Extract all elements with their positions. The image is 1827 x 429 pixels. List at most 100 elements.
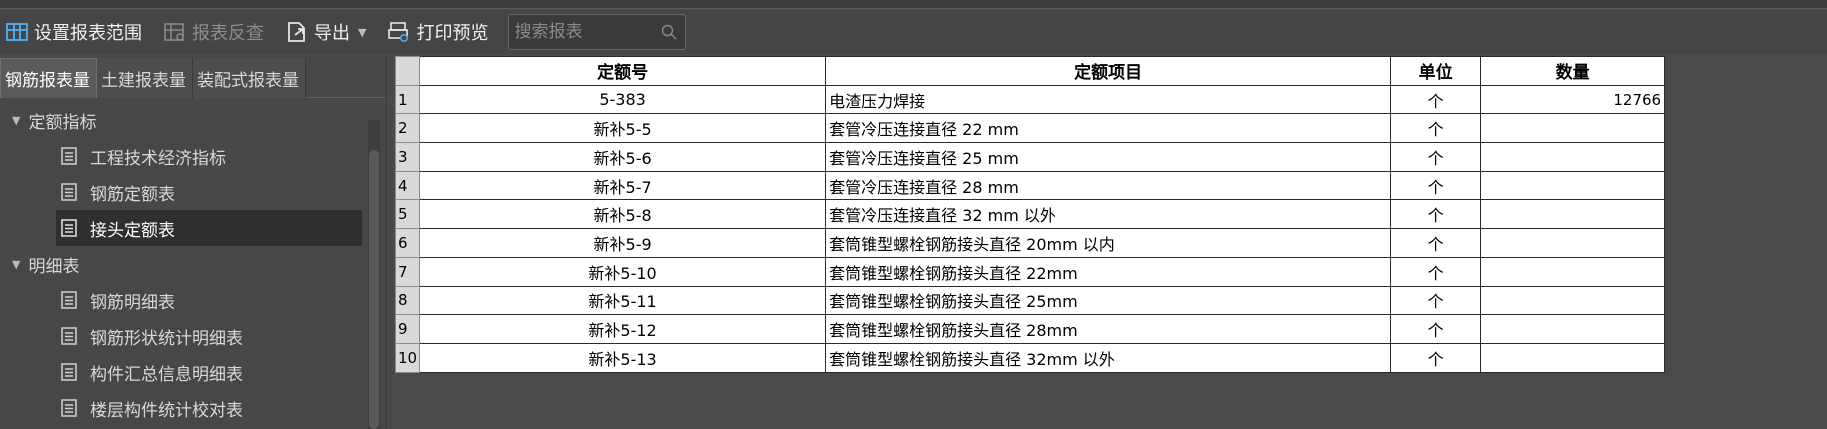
- report-navigation-panel: 钢筋报表量 土建报表量 装配式报表量 ▼ 定额指标 工程技术经济指标 钢筋定额表…: [0, 56, 385, 429]
- document-icon: [61, 183, 77, 201]
- corner-cell[interactable]: [394, 56, 421, 86]
- document-icon: [61, 291, 77, 309]
- tree-group-detail[interactable]: ▼ 明细表: [0, 246, 365, 282]
- cell-quota-item[interactable]: 电渣压力焊接: [825, 84, 1392, 115]
- report-table: 定额号 定额项目 单位 数量 1 5-383 电渣压力焊接 个 12766 2 …: [394, 56, 1666, 373]
- cell-quota-code[interactable]: 新补5-6: [419, 142, 827, 172]
- header-quota-item[interactable]: 定额项目: [825, 56, 1392, 86]
- tree-group-label: 明细表: [28, 256, 80, 277]
- table-header-row: 定额号 定额项目 单位 数量: [394, 56, 1666, 86]
- cell-unit[interactable]: 个: [1390, 342, 1482, 373]
- grid-query-icon: [164, 23, 184, 41]
- cell-quota-item[interactable]: 套管冷压连接直径 25 mm: [825, 142, 1392, 172]
- toolbar: 设置报表范围 报表反查 导出 ▼ 打印预览: [0, 10, 1827, 54]
- row-number[interactable]: 6: [394, 228, 421, 258]
- cell-quantity[interactable]: [1480, 342, 1666, 373]
- scrollbar-thumb[interactable]: [369, 150, 379, 429]
- row-number[interactable]: 3: [394, 142, 421, 172]
- cell-quantity[interactable]: [1480, 314, 1666, 344]
- row-number[interactable]: 7: [394, 256, 421, 287]
- header-quantity[interactable]: 数量: [1480, 56, 1666, 86]
- expand-arrow-icon[interactable]: ▼: [12, 258, 20, 271]
- cell-unit[interactable]: 个: [1390, 142, 1482, 172]
- cell-unit[interactable]: 个: [1390, 170, 1482, 201]
- tab-prefab-report[interactable]: 装配式报表量: [193, 58, 306, 98]
- table-row: 1 5-383 电渣压力焊接 个 12766: [394, 84, 1666, 115]
- tab-rebar-report[interactable]: 钢筋报表量: [0, 58, 97, 98]
- tree-scrollbar[interactable]: [368, 120, 380, 429]
- tree-item-component-summary[interactable]: 构件汇总信息明细表: [0, 354, 365, 390]
- cell-quantity[interactable]: [1480, 142, 1666, 172]
- cell-quota-code[interactable]: 新补5-9: [419, 228, 827, 258]
- row-number[interactable]: 9: [394, 314, 421, 344]
- cell-quantity[interactable]: [1480, 228, 1666, 258]
- table-row: 9 新补5-12 套筒锥型螺栓钢筋接头直径 28mm 个: [394, 314, 1666, 344]
- row-number[interactable]: 4: [394, 170, 421, 201]
- print-preview-button[interactable]: 打印预览: [382, 14, 494, 50]
- cell-quantity[interactable]: [1480, 256, 1666, 287]
- document-icon: [61, 327, 77, 345]
- search-icon[interactable]: [661, 24, 677, 40]
- search-report-input[interactable]: [514, 22, 655, 42]
- report-tabs: 钢筋报表量 土建报表量 装配式报表量: [0, 58, 385, 98]
- cell-unit[interactable]: 个: [1390, 314, 1482, 344]
- cell-quantity[interactable]: [1480, 199, 1666, 230]
- row-number[interactable]: 1: [394, 84, 421, 115]
- document-icon: [61, 363, 77, 381]
- cell-quota-code[interactable]: 新补5-7: [419, 170, 827, 201]
- row-number[interactable]: 8: [394, 285, 421, 316]
- cell-quantity[interactable]: [1480, 113, 1666, 144]
- cell-quota-code[interactable]: 新补5-8: [419, 199, 827, 230]
- cell-quota-item[interactable]: 套管冷压连接直径 28 mm: [825, 170, 1392, 201]
- table-row: 10 新补5-13 套筒锥型螺栓钢筋接头直径 32mm 以外 个: [394, 342, 1666, 373]
- document-icon: [61, 399, 77, 417]
- window-top-strip: [0, 0, 1827, 9]
- tree-group-quota-index[interactable]: ▼ 定额指标: [0, 102, 365, 138]
- table-row: 3 新补5-6 套管冷压连接直径 25 mm 个: [394, 142, 1666, 172]
- tree-item-tech-econ-index[interactable]: 工程技术经济指标: [0, 138, 365, 174]
- cell-quota-item[interactable]: 套筒锥型螺栓钢筋接头直径 22mm: [825, 256, 1392, 287]
- header-quota-code[interactable]: 定额号: [419, 56, 827, 86]
- set-report-range-label: 设置报表范围: [34, 23, 142, 44]
- document-icon: [61, 219, 77, 237]
- set-report-range-button[interactable]: 设置报表范围: [0, 14, 148, 50]
- tree-group-label: 定额指标: [28, 112, 97, 133]
- cell-quota-code[interactable]: 新补5-13: [419, 342, 827, 373]
- expand-arrow-icon[interactable]: ▼: [12, 114, 20, 127]
- export-button[interactable]: 导出 ▼: [280, 14, 372, 50]
- tree-item-rebar-detail[interactable]: 钢筋明细表: [0, 282, 365, 318]
- tree-item-joint-quota[interactable]: 接头定额表: [56, 210, 362, 246]
- tree-item-rebar-shape-stats[interactable]: 钢筋形状统计明细表: [0, 318, 365, 354]
- cell-quota-code[interactable]: 新补5-10: [419, 256, 827, 287]
- cell-quota-item[interactable]: 套管冷压连接直径 22 mm: [825, 113, 1392, 144]
- row-number[interactable]: 5: [394, 199, 421, 230]
- cell-unit[interactable]: 个: [1390, 113, 1482, 144]
- tree-item-rebar-quota[interactable]: 钢筋定额表: [0, 174, 365, 210]
- cell-quantity[interactable]: [1480, 285, 1666, 316]
- row-number[interactable]: 10: [394, 342, 421, 373]
- chevron-down-icon[interactable]: ▼: [358, 26, 366, 39]
- cell-unit[interactable]: 个: [1390, 228, 1482, 258]
- cell-unit[interactable]: 个: [1390, 256, 1482, 287]
- cell-unit[interactable]: 个: [1390, 84, 1482, 115]
- document-icon: [61, 147, 77, 165]
- tab-civil-report[interactable]: 土建报表量: [97, 58, 193, 98]
- cell-quantity[interactable]: 12766: [1480, 84, 1666, 115]
- report-tree: ▼ 定额指标 工程技术经济指标 钢筋定额表 接头定额表 ▼ 明细表 钢筋明细表 …: [0, 102, 365, 426]
- tree-item-floor-component-check[interactable]: 楼层构件统计校对表: [0, 390, 365, 426]
- cell-quota-code[interactable]: 新补5-11: [419, 285, 827, 316]
- report-query-button[interactable]: 报表反查: [158, 14, 270, 50]
- cell-unit[interactable]: 个: [1390, 199, 1482, 230]
- cell-quota-code[interactable]: 5-383: [419, 84, 827, 115]
- header-unit[interactable]: 单位: [1390, 56, 1482, 86]
- cell-quota-item[interactable]: 套筒锥型螺栓钢筋接头直径 20mm 以内: [825, 228, 1392, 258]
- cell-quota-item[interactable]: 套筒锥型螺栓钢筋接头直径 28mm: [825, 314, 1392, 344]
- cell-quota-item[interactable]: 套管冷压连接直径 32 mm 以外: [825, 199, 1392, 230]
- cell-unit[interactable]: 个: [1390, 285, 1482, 316]
- row-number[interactable]: 2: [394, 113, 421, 144]
- cell-quota-code[interactable]: 新补5-5: [419, 113, 827, 144]
- cell-quota-item[interactable]: 套筒锥型螺栓钢筋接头直径 32mm 以外: [825, 342, 1392, 373]
- cell-quota-code[interactable]: 新补5-12: [419, 314, 827, 344]
- cell-quota-item[interactable]: 套筒锥型螺栓钢筋接头直径 25mm: [825, 285, 1392, 316]
- cell-quantity[interactable]: [1480, 170, 1666, 201]
